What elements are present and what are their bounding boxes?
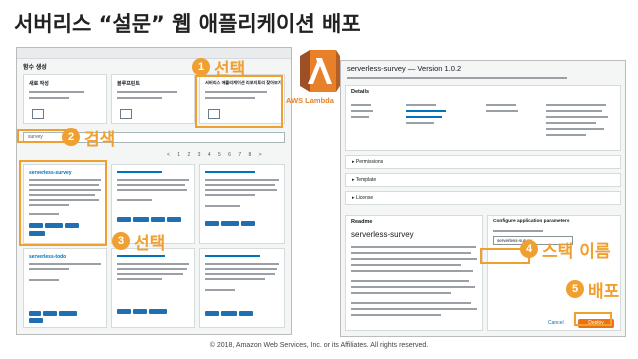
page-heading: 함수 생성 [23,65,47,71]
code-icon [32,109,44,119]
blueprints-card[interactable]: 블루프린트 [111,74,195,124]
template-label: ▸ Template [352,177,377,183]
config-heading: Configure application parameters [493,219,570,224]
step-badge-4: 4 [520,240,538,258]
blueprint-icon [120,109,132,119]
highlight-survey-card [19,160,107,246]
license-section[interactable]: ▸ License [345,191,621,205]
application-details-screenshot: serverless-survey — Version 1.0.2 Detail… [340,60,626,337]
step-label-search: 검색 [84,130,116,150]
permissions-label: ▸ Permissions [352,159,384,165]
console-breadcrumb-bar [17,48,291,59]
highlight-repo-card [195,75,283,128]
step-label-select-repo: 선택 [214,60,246,80]
application-title: serverless-survey — Version 1.0.2 [347,64,462,73]
step-label-stack-name: 스택 이름 [542,242,611,262]
step-badge-3: 3 [112,232,130,250]
step-label-select-app: 선택 [134,234,166,254]
readme-app-name: serverless-survey [351,230,414,239]
step-badge-2: 2 [62,128,80,146]
result-card-5[interactable] [111,248,195,328]
readme-panel: Readme serverless-survey [345,215,483,331]
cancel-button[interactable]: Cancel [548,320,564,326]
slide-title: 서버리스 “설문” 웹 애플리케이션 배포 [14,12,361,36]
details-panel: Details [345,85,621,151]
result-card-6[interactable] [199,248,285,328]
highlight-deploy [574,312,612,326]
license-label: ▸ License [352,195,374,201]
result-card-3[interactable] [199,164,285,244]
aws-lambda-caption: AWS Lambda [286,96,334,105]
details-heading: Details [351,89,370,95]
copyright-footer: © 2018, Amazon Web Services, Inc. or its… [209,342,429,349]
step-badge-1: 1 [192,58,210,76]
step-label-deploy: 배포 [588,282,620,302]
pagination[interactable]: < 1 2 3 4 5 6 7 8 > [167,152,265,158]
readme-heading: Readme [351,219,373,225]
aws-lambda-icon [300,50,340,92]
card-title: 새로 작성 [29,81,49,87]
author-from-scratch-card[interactable]: 새로 작성 [23,74,107,124]
card-title: 블루프린트 [117,81,141,87]
result-card-serverless-todo[interactable]: serverless-todo [23,248,107,328]
template-section[interactable]: ▸ Template [345,173,621,187]
step-badge-5: 5 [566,280,584,298]
card-title: serverless-todo [29,254,67,260]
permissions-section[interactable]: ▸ Permissions [345,155,621,169]
